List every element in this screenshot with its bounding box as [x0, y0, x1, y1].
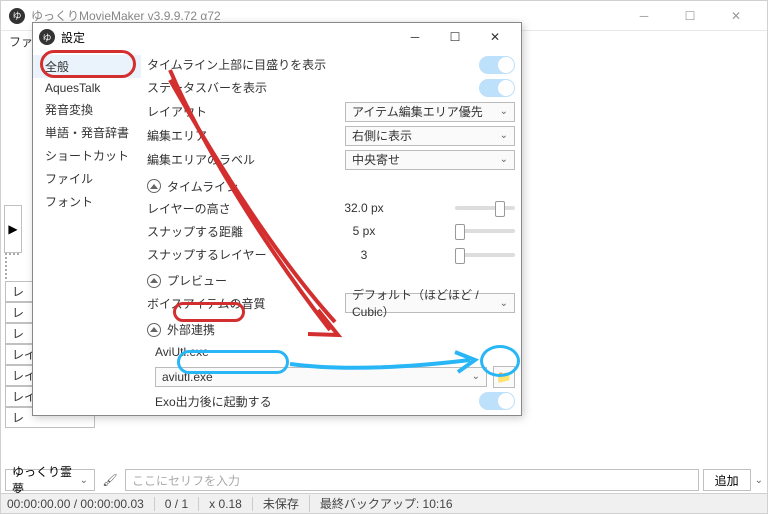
- slider-snap-dist[interactable]: [455, 229, 515, 233]
- settings-categories: 全般 AquesTalk 発音変換 単語・発音辞書 ショートカット ファイル フ…: [33, 51, 141, 415]
- side-collapse-button[interactable]: ▶: [4, 205, 22, 253]
- label-snap-dist: スナップする距離: [147, 223, 273, 240]
- status-bar: 00:00:00.00 / 00:00:00.03 0 / 1 x 0.18 未…: [1, 493, 767, 513]
- category-pronunciation[interactable]: 発音変換: [33, 98, 141, 121]
- status-frames: 0 / 1: [165, 497, 199, 511]
- slider-layer-height[interactable]: [455, 206, 515, 210]
- settings-dialog: ゆ 設定 ─ ☐ ✕ 全般 AquesTalk 発音変換 単語・発音辞書 ショー…: [32, 22, 522, 416]
- status-time: 00:00:00.00 / 00:00:00.03: [7, 497, 155, 511]
- label-edit-label: 編集エリアのラベル: [147, 151, 339, 168]
- category-font[interactable]: フォント: [33, 190, 141, 213]
- browse-button[interactable]: 📁: [493, 366, 515, 388]
- combo-edit-label[interactable]: 中央寄せ⌄: [345, 150, 515, 170]
- chevron-up-icon: [147, 323, 161, 337]
- status-save: 未保存: [263, 495, 310, 512]
- label-edit-area: 編集エリア: [147, 127, 339, 144]
- add-menu-chevron-icon[interactable]: ⌄: [755, 475, 763, 486]
- minimize-button[interactable]: ─: [621, 1, 667, 31]
- dialog-maximize-button[interactable]: ☐: [435, 23, 475, 51]
- dialog-close-button[interactable]: ✕: [475, 23, 515, 51]
- status-backup: 最終バックアップ: 10:16: [320, 495, 453, 512]
- value-snap-layer: 3: [279, 248, 449, 262]
- label-voice-quality: ボイスアイテムの音質: [147, 295, 339, 312]
- chevron-up-icon: [147, 274, 161, 288]
- category-shortcut[interactable]: ショートカット: [33, 144, 141, 167]
- combo-voice-quality[interactable]: デフォルト（ほどほど / Cubic）⌄: [345, 293, 515, 313]
- combo-edit-area[interactable]: 右側に表示⌄: [345, 126, 515, 146]
- menu-file[interactable]: ファ: [9, 33, 33, 50]
- combo-aviutl-path[interactable]: aviutl.exe⌄: [155, 367, 487, 387]
- label-timeline-scale: タイムライン上部に目盛りを表示: [147, 56, 473, 73]
- dialogue-input[interactable]: ここにセリフを入力: [125, 469, 699, 491]
- chevron-up-icon: [147, 179, 161, 193]
- label-layer-height: レイヤーの高さ: [147, 200, 273, 217]
- dialog-titlebar: ゆ 設定 ─ ☐ ✕: [33, 23, 521, 51]
- value-layer-height: 32.0 px: [279, 201, 449, 215]
- app-icon: ゆ: [9, 8, 25, 24]
- label-snap-layer: スナップするレイヤー: [147, 246, 273, 263]
- format-icon[interactable]: 🖌: [99, 469, 121, 491]
- status-zoom: x 0.18: [209, 497, 253, 511]
- bottom-bar: ゆっくり霊夢⌄ 🖌 ここにセリフを入力 追加 ⌄: [5, 467, 763, 493]
- category-dictionary[interactable]: 単語・発音辞書: [33, 121, 141, 144]
- dialog-minimize-button[interactable]: ─: [395, 23, 435, 51]
- close-button[interactable]: ✕: [713, 1, 759, 31]
- settings-content: タイムライン上部に目盛りを表示 ステータスバーを表示 レイアウトアイテム編集エリ…: [141, 51, 521, 415]
- category-aquestalk[interactable]: AquesTalk: [33, 78, 141, 98]
- toggle-timeline-scale[interactable]: [479, 56, 515, 74]
- label-statusbar: ステータスバーを表示: [147, 79, 473, 96]
- app-icon: ゆ: [39, 29, 55, 45]
- slider-snap-layer[interactable]: [455, 253, 515, 257]
- value-snap-dist: 5 px: [279, 224, 449, 238]
- label-aviutl: AviUtl.exe: [147, 345, 515, 359]
- category-general[interactable]: 全般: [33, 55, 141, 78]
- drag-handle-icon[interactable]: [5, 253, 19, 279]
- toggle-exo-launch[interactable]: [479, 392, 515, 410]
- section-external[interactable]: 外部連携: [147, 317, 515, 338]
- toggle-statusbar[interactable]: [479, 79, 515, 97]
- maximize-button[interactable]: ☐: [667, 1, 713, 31]
- label-layout: レイアウト: [147, 103, 339, 120]
- combo-layout[interactable]: アイテム編集エリア優先⌄: [345, 102, 515, 122]
- category-file[interactable]: ファイル: [33, 167, 141, 190]
- add-button[interactable]: 追加: [703, 469, 751, 491]
- label-exo-launch: Exo出力後に起動する: [147, 393, 473, 410]
- section-timeline[interactable]: タイムライン: [147, 174, 515, 195]
- folder-icon: 📁: [497, 370, 512, 384]
- character-select[interactable]: ゆっくり霊夢⌄: [5, 469, 95, 491]
- dialog-title: 設定: [61, 29, 395, 46]
